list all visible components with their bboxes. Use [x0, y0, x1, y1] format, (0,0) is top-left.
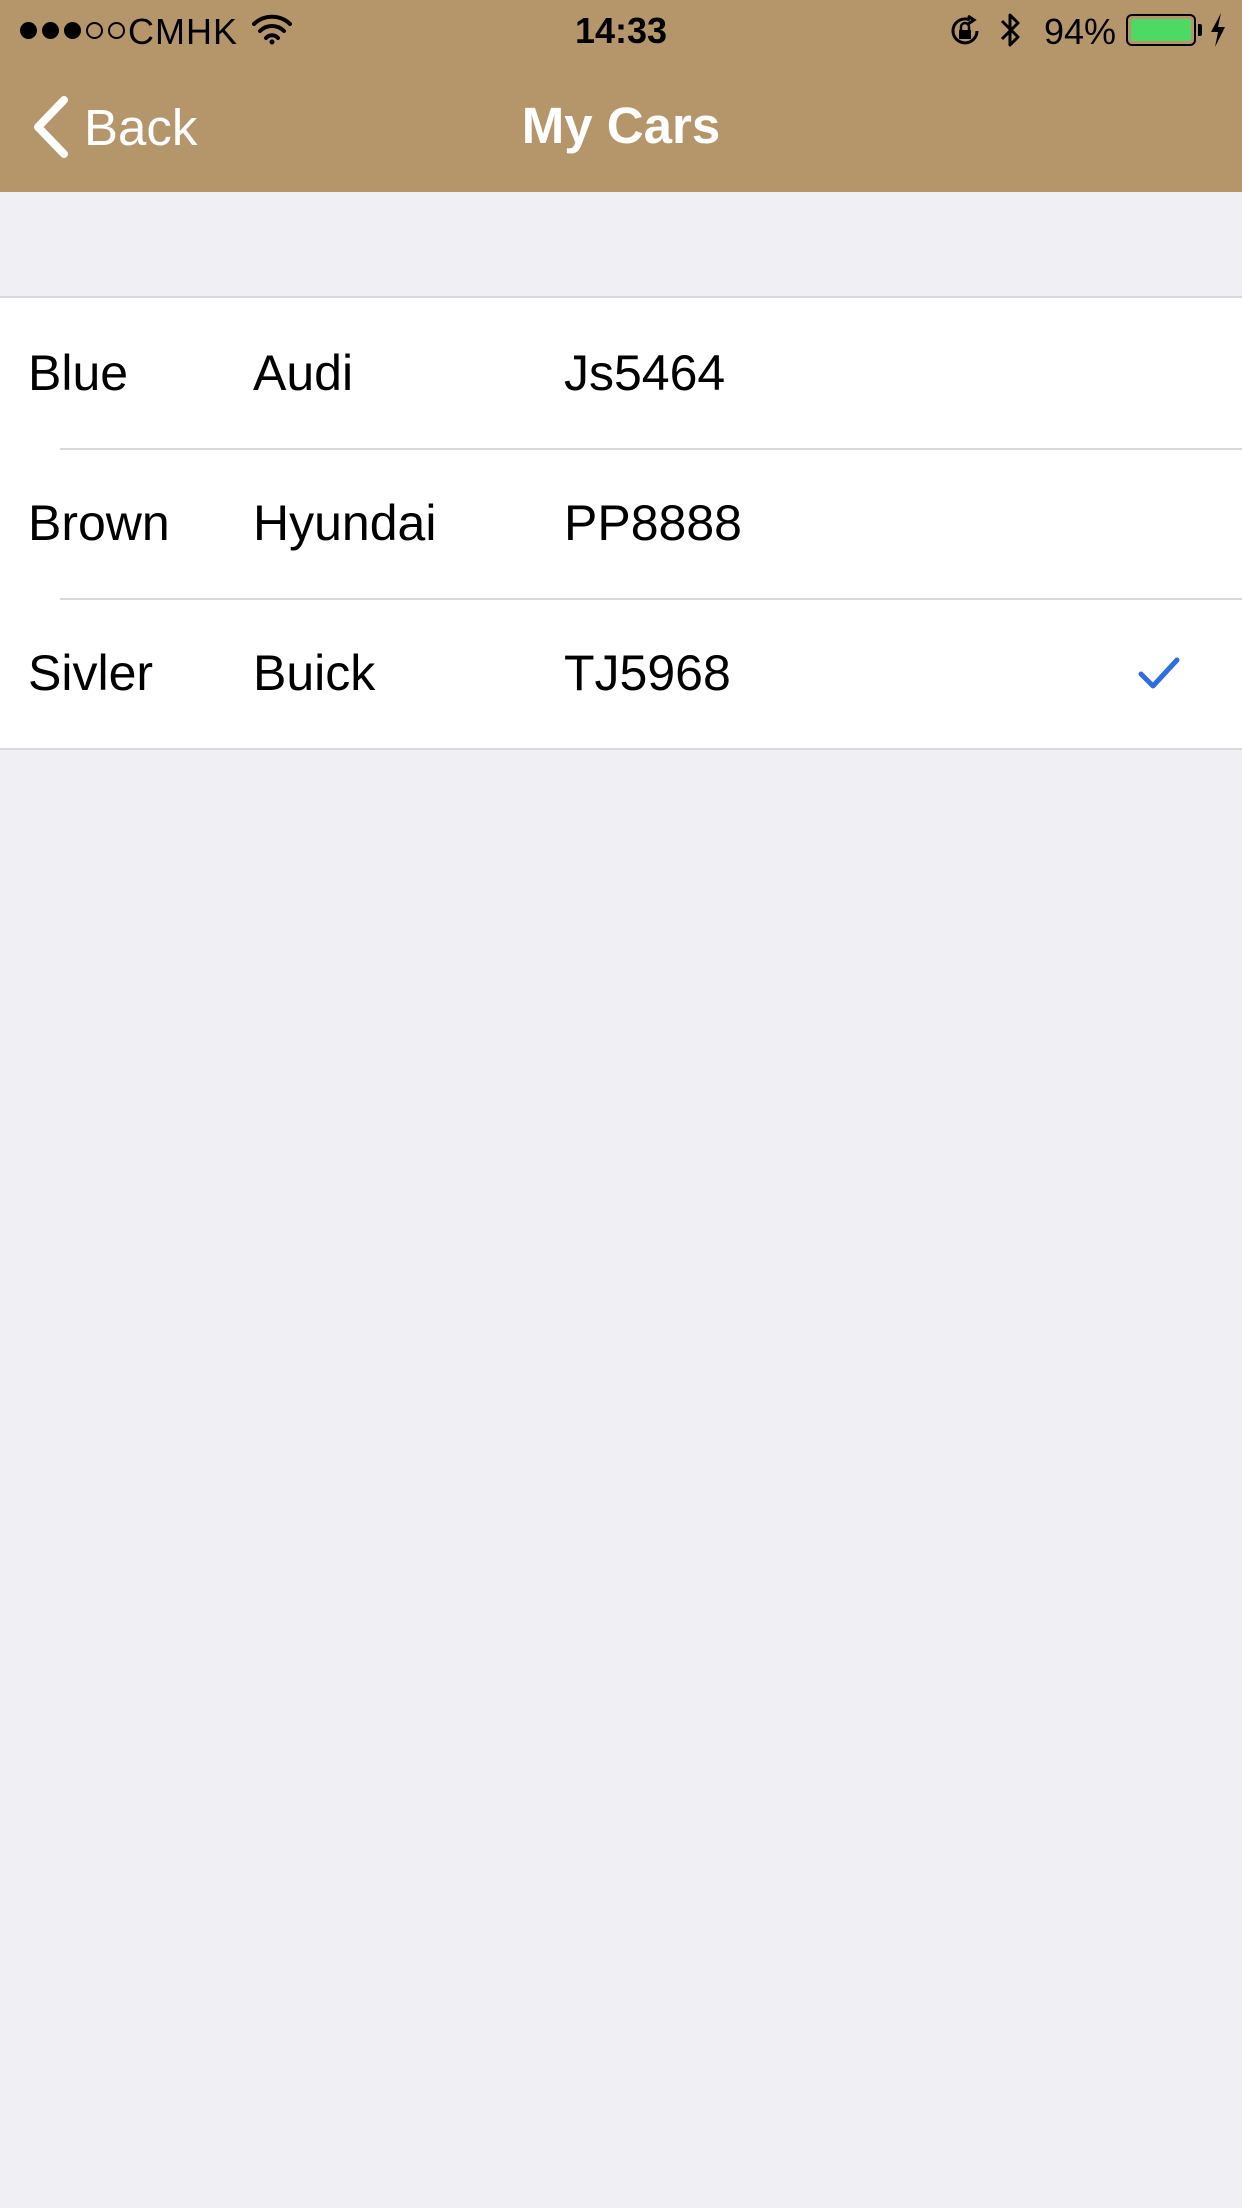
car-plate: Js5464: [564, 345, 726, 401]
charging-bolt-icon: [1208, 12, 1228, 57]
battery-fill: [1131, 19, 1191, 41]
navigation-bar: CMHK 14:33 94% Back My Cars: [0, 0, 1242, 192]
car-color: Blue: [28, 345, 129, 401]
car-row[interactable]: Brown Hyundai PP8888: [0, 448, 1242, 598]
checkmark-icon: [1138, 657, 1180, 689]
car-color: Sivler: [28, 645, 154, 701]
battery-icon: [1126, 14, 1196, 46]
page-title: My Cars: [521, 97, 721, 154]
car-make: Buick: [253, 645, 376, 701]
orientation-lock-icon: [948, 14, 982, 56]
car-row-selected[interactable]: Sivler Buick TJ5968: [0, 598, 1242, 748]
car-list: Blue Audi Js5464 Brown Hyundai PP8888 Si…: [0, 296, 1242, 750]
battery-percent: 94%: [1044, 11, 1117, 52]
car-plate: TJ5968: [564, 645, 731, 701]
status-bar: CMHK 14:33 94%: [0, 0, 1242, 60]
car-color: Brown: [28, 495, 170, 551]
car-row[interactable]: Blue Audi Js5464: [0, 298, 1242, 448]
battery-terminal: [1198, 24, 1202, 36]
bluetooth-icon: [998, 10, 1024, 59]
car-make: Audi: [253, 345, 354, 401]
car-make: Hyundai: [253, 495, 437, 551]
car-plate: PP8888: [564, 495, 742, 551]
